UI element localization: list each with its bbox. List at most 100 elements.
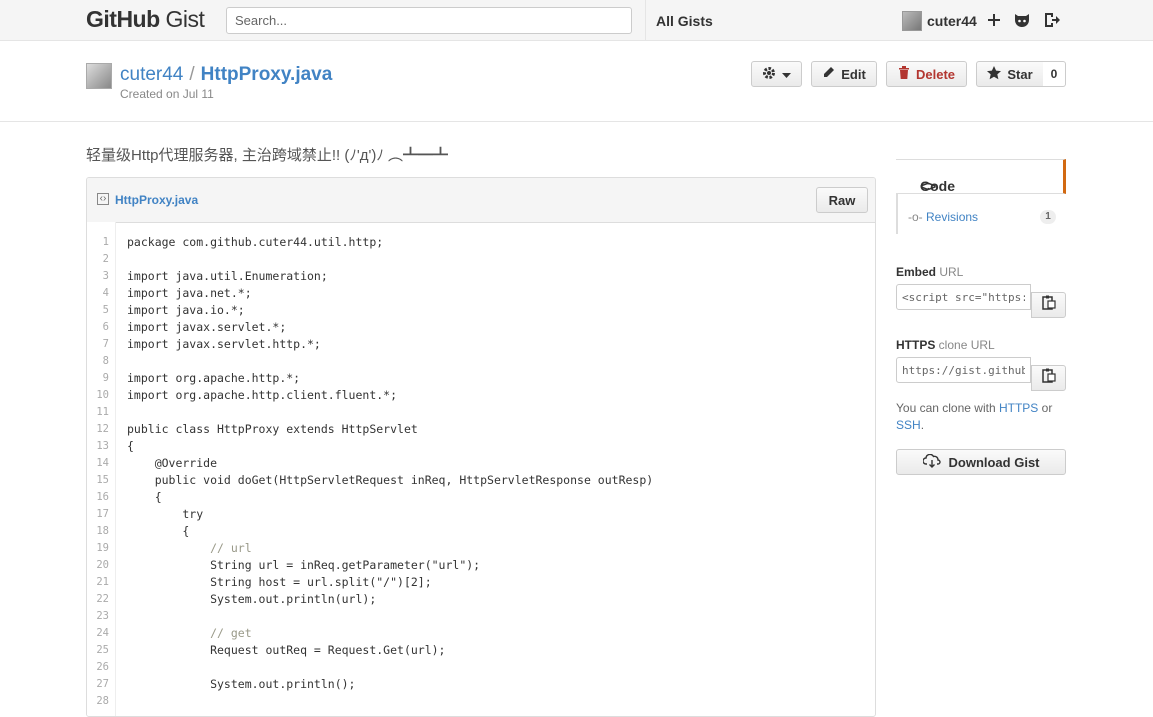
owner-link[interactable]: cuter44 <box>120 64 183 85</box>
line-number[interactable]: 7 <box>87 336 109 353</box>
sidebar-revisions-tab[interactable]: -o- Revisions 1 <box>896 194 1066 234</box>
line-number[interactable]: 25 <box>87 642 109 659</box>
commit-icon: -o- <box>908 210 923 224</box>
clone-note: You can clone with HTTPS or SSH. <box>896 400 1071 434</box>
line-content: import org.apache.http.*; <box>127 371 301 385</box>
line-number[interactable]: 28 <box>87 693 109 710</box>
line-number[interactable]: 15 <box>87 472 109 489</box>
line-content: import java.util.Enumeration; <box>127 269 328 283</box>
line-number[interactable]: 18 <box>87 523 109 540</box>
line-number[interactable]: 8 <box>87 353 109 370</box>
search-input[interactable] <box>226 7 632 34</box>
line-number[interactable]: 12 <box>87 421 109 438</box>
clone-or-text: or <box>1038 401 1053 415</box>
line-number[interactable]: 20 <box>87 557 109 574</box>
download-gist-button[interactable]: Download Gist <box>896 449 1066 475</box>
clone-ssh-link[interactable]: SSH <box>896 418 921 432</box>
line-number[interactable]: 5 <box>87 302 109 319</box>
line-content: import javax.servlet.http.*; <box>127 337 321 351</box>
delete-button[interactable]: Delete <box>886 61 967 87</box>
file-box: ‹› HttpProxy.java Raw 1 package com.githu… <box>86 177 876 717</box>
sidebar-code-tab[interactable]: <> Code <box>896 159 1066 194</box>
embed-url-field[interactable] <box>896 284 1031 310</box>
line-content: // get <box>127 626 252 640</box>
star-button[interactable]: Star <box>976 61 1044 87</box>
line-number[interactable]: 26 <box>87 659 109 676</box>
line-number[interactable]: 16 <box>87 489 109 506</box>
chevron-down-icon <box>782 67 791 82</box>
all-gists-link[interactable]: All Gists <box>656 13 713 29</box>
line-content: public void doGet(HttpServletRequest inR… <box>127 473 654 487</box>
gist-filename-link[interactable]: HttpProxy.java <box>201 64 333 85</box>
line-number[interactable]: 27 <box>87 676 109 693</box>
line-number[interactable]: 23 <box>87 608 109 625</box>
line-content: import org.apache.http.client.fluent.*; <box>127 388 398 402</box>
edit-button[interactable]: Edit <box>811 61 877 87</box>
octocat-icon[interactable] <box>1012 10 1032 30</box>
copy-embed-button[interactable] <box>1031 292 1066 318</box>
gist-title: cuter44 / HttpProxy.java <box>120 64 332 86</box>
user-menu-link[interactable]: cuter44 <box>902 11 977 31</box>
line-number[interactable]: 14 <box>87 455 109 472</box>
star-icon <box>987 65 1002 83</box>
star-label: Star <box>1007 66 1033 82</box>
code-file-icon: ‹› <box>97 193 109 205</box>
clone-end-text: . <box>920 418 925 432</box>
line-number[interactable]: 4 <box>87 285 109 302</box>
settings-dropdown-button[interactable] <box>751 61 802 87</box>
trash-icon <box>898 66 910 82</box>
line-content: System.out.println(); <box>127 677 356 691</box>
line-number[interactable]: 10 <box>87 387 109 404</box>
https-clone-url-field[interactable] <box>896 357 1031 383</box>
line-number[interactable]: 9 <box>87 370 109 387</box>
line-number[interactable]: 17 <box>87 506 109 523</box>
line-content: { <box>127 439 134 453</box>
copy-clone-url-button[interactable] <box>1031 365 1066 391</box>
star-count[interactable]: 0 <box>1043 61 1066 87</box>
line-number[interactable]: 1 <box>87 234 109 251</box>
clipboard-icon <box>1041 295 1056 315</box>
line-number[interactable]: 24 <box>87 625 109 642</box>
embed-bold: Embed <box>896 265 937 279</box>
owner-avatar[interactable] <box>86 63 112 89</box>
line-content: @Override <box>127 456 218 470</box>
line-content: System.out.println(url); <box>127 592 377 606</box>
https-bold: HTTPS <box>896 338 936 352</box>
raw-button[interactable]: Raw <box>816 187 868 213</box>
revisions-text: Revisions <box>926 210 979 224</box>
username-label: cuter44 <box>927 13 977 29</box>
download-label: Download Gist <box>948 454 1040 470</box>
line-content: import java.net.*; <box>127 286 252 300</box>
line-content: package com.github.cuter44.util.http; <box>127 235 384 249</box>
plus-icon[interactable] <box>984 10 1004 30</box>
created-date: Created on Jul 11 <box>120 87 214 101</box>
line-content: String host = url.split("/")[2]; <box>127 575 432 589</box>
title-separator: / <box>189 64 195 85</box>
gist-description: 轻量级Http代理服务器, 主治跨域禁止!! (ﾉ'д')ﾉ ︵┻━┻ <box>86 147 448 164</box>
logo-bold-text: GitHub <box>86 6 160 32</box>
line-number[interactable]: 21 <box>87 574 109 591</box>
gear-icon <box>762 66 776 83</box>
line-content: String url = inReq.getParameter("url"); <box>127 558 481 572</box>
clone-https-link[interactable]: HTTPS <box>999 401 1038 415</box>
line-number[interactable]: 3 <box>87 268 109 285</box>
logo-light-text: Gist <box>159 6 205 32</box>
line-number[interactable]: 13 <box>87 438 109 455</box>
file-name-link[interactable]: HttpProxy.java <box>115 193 198 207</box>
file-header: ‹› HttpProxy.java Raw <box>87 178 875 223</box>
line-number[interactable]: 19 <box>87 540 109 557</box>
line-number[interactable]: 6 <box>87 319 109 336</box>
line-number[interactable]: 2 <box>87 251 109 268</box>
line-number[interactable]: 22 <box>87 591 109 608</box>
line-content: public class HttpProxy extends HttpServl… <box>127 422 418 436</box>
line-content: { <box>127 490 162 504</box>
clone-note-text: You can clone with <box>896 401 999 415</box>
embed-lite: URL <box>936 265 964 279</box>
github-gist-logo[interactable]: GitHub Gist <box>86 6 205 33</box>
code-tab-text: Code <box>920 178 955 194</box>
sign-out-icon[interactable] <box>1042 10 1062 30</box>
line-content: try <box>127 507 204 521</box>
line-number[interactable]: 11 <box>87 404 109 421</box>
header-divider <box>645 0 646 40</box>
cloud-download-icon <box>921 453 941 471</box>
